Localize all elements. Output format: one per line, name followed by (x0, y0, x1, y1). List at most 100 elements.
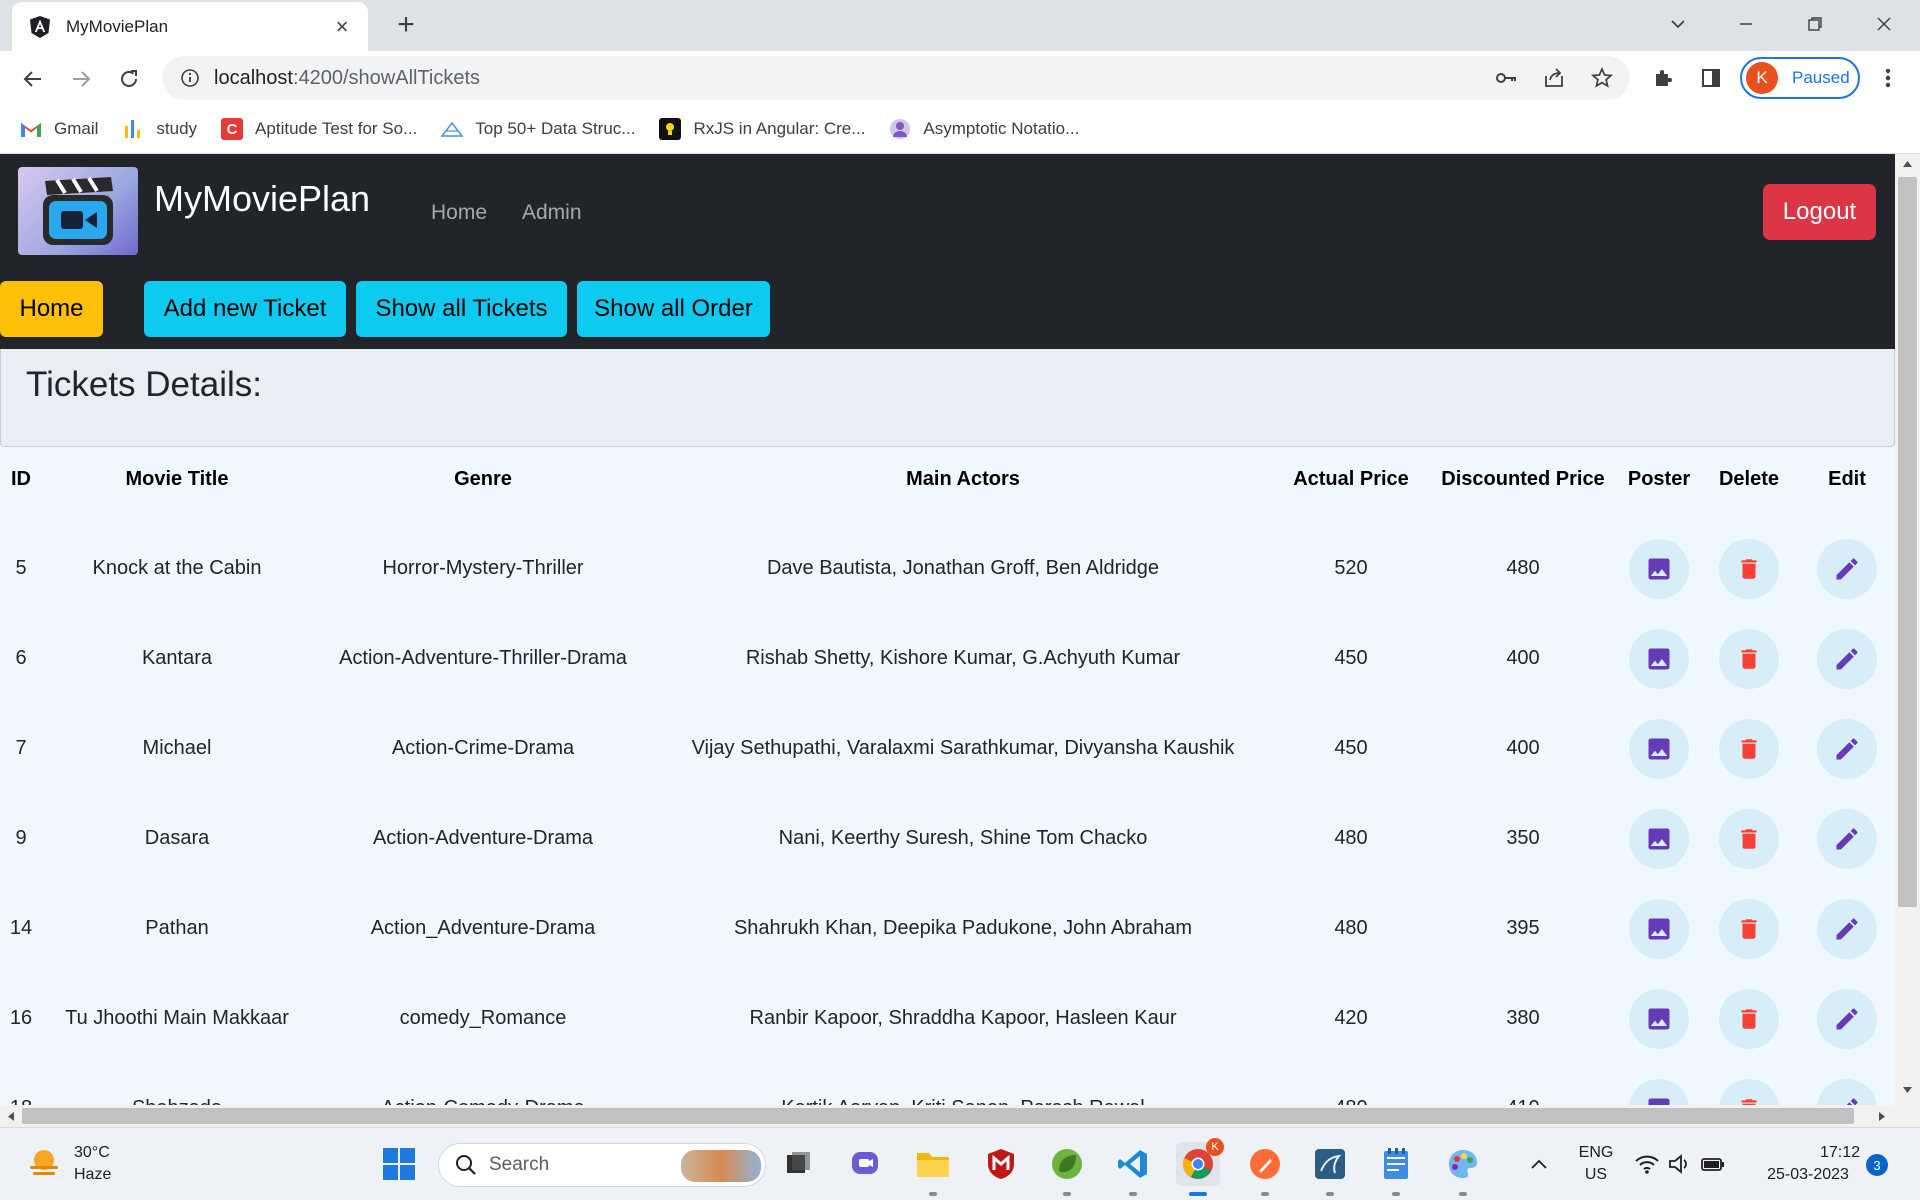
browser-tab[interactable]: MyMoviePlan × (12, 2, 368, 51)
spring-tools-icon[interactable] (1045, 1142, 1089, 1196)
bookmark-aptitude[interactable]: C Aptitude Test for So... (221, 118, 417, 140)
edit-button[interactable] (1817, 539, 1877, 599)
poster-button[interactable] (1629, 989, 1689, 1049)
pencil-icon (1836, 828, 1858, 850)
task-view-icon[interactable] (776, 1142, 820, 1186)
nav-admin-link[interactable]: Admin (522, 201, 582, 225)
table-row: 5 Knock at the Cabin Horror-Mystery-Thrill… (0, 537, 1895, 627)
profile-avatar: K (1746, 62, 1778, 94)
bookmark-star-icon[interactable] (1588, 64, 1616, 92)
file-explorer-icon[interactable] (911, 1142, 955, 1196)
weather-widget[interactable]: 30°C Haze (26, 1142, 111, 1186)
poster-button[interactable] (1629, 719, 1689, 779)
scroll-left-icon[interactable] (7, 1111, 15, 1122)
image-icon (1648, 558, 1670, 580)
windows-taskbar: 30°C Haze Search K ENG US 17:12 25-03-20… (0, 1127, 1920, 1200)
header-id: ID (11, 468, 31, 490)
cell-id: 7 (15, 737, 27, 759)
edit-button[interactable] (1817, 899, 1877, 959)
angular-icon (30, 15, 50, 38)
delete-button[interactable] (1719, 719, 1779, 779)
notepad-icon[interactable] (1374, 1142, 1418, 1196)
forward-icon[interactable] (64, 62, 98, 96)
poster-button[interactable] (1629, 899, 1689, 959)
site-info-icon[interactable] (176, 64, 204, 92)
poster-button[interactable] (1629, 629, 1689, 689)
tab-search-icon[interactable] (1662, 8, 1694, 40)
postman-icon[interactable] (1243, 1142, 1287, 1196)
logout-button[interactable]: Logout (1763, 184, 1876, 240)
image-icon (1648, 1008, 1670, 1030)
home-button[interactable]: Home (0, 281, 103, 337)
share-icon[interactable] (1540, 64, 1568, 92)
key-icon[interactable] (1492, 64, 1520, 92)
add-ticket-button[interactable]: Add new Ticket (144, 281, 346, 337)
profile-chip[interactable]: K Paused (1740, 57, 1860, 99)
edit-button[interactable] (1817, 809, 1877, 869)
delete-button[interactable] (1719, 899, 1779, 959)
minimize-icon[interactable] (1730, 8, 1762, 40)
mysql-workbench-icon[interactable] (1308, 1142, 1352, 1196)
delete-button[interactable] (1719, 629, 1779, 689)
extensions-icon[interactable] (1647, 62, 1679, 94)
mcafee-icon[interactable] (979, 1142, 1023, 1186)
bookmark-gmail[interactable]: Gmail (20, 118, 98, 140)
vscode-icon[interactable] (1111, 1142, 1155, 1196)
notification-badge[interactable]: 3 (1866, 1154, 1888, 1176)
vertical-scroll-thumb[interactable] (1898, 177, 1917, 907)
bookmark-asymptotic[interactable]: Asymptotic Notatio... (889, 118, 1079, 140)
taskbar-search[interactable]: Search (438, 1143, 766, 1187)
poster-button[interactable] (1629, 809, 1689, 869)
cell-id: 5 (15, 557, 27, 579)
trash-icon (1741, 739, 1757, 759)
edit-button[interactable] (1817, 989, 1877, 1049)
start-icon[interactable] (377, 1142, 421, 1186)
cell-actual: 520 (1334, 557, 1368, 579)
browser-menu-icon[interactable] (1872, 62, 1904, 94)
restore-icon[interactable] (1799, 8, 1831, 40)
system-tray-status[interactable] (1630, 1142, 1730, 1186)
brand-name[interactable]: MyMoviePlan (154, 178, 370, 220)
scroll-right-icon[interactable] (1878, 1111, 1886, 1122)
bookmark-label: Top 50+ Data Struc... (475, 119, 636, 138)
image-icon (1648, 738, 1670, 760)
bookmark-study[interactable]: study (122, 118, 197, 140)
wifi-icon (1635, 1155, 1659, 1174)
delete-button[interactable] (1719, 539, 1779, 599)
side-panel-icon[interactable] (1695, 62, 1727, 94)
movie-clapper-logo[interactable] (18, 167, 138, 255)
address-bar[interactable]: localhost:4200/showAllTickets (162, 56, 1630, 100)
language-indicator[interactable]: ENG US (1576, 1142, 1616, 1186)
show-orders-button[interactable]: Show all Order (577, 281, 770, 337)
gmail-icon (20, 118, 42, 140)
edit-button[interactable] (1817, 629, 1877, 689)
delete-button[interactable] (1719, 989, 1779, 1049)
scroll-down-icon[interactable] (1902, 1086, 1913, 1094)
show-tickets-button[interactable]: Show all Tickets (356, 281, 567, 337)
bookmark-rxjs[interactable]: RxJS in Angular: Cre... (659, 118, 865, 140)
chrome-profile-badge: K (1206, 1138, 1224, 1156)
poster-button[interactable] (1629, 539, 1689, 599)
new-tab-button[interactable]: + (390, 10, 422, 42)
bookmark-datastruct[interactable]: Top 50+ Data Struc... (441, 118, 635, 140)
scroll-up-icon[interactable] (1902, 160, 1913, 168)
weather-condition: Haze (74, 1166, 112, 1183)
tab-close-icon[interactable]: × (330, 14, 354, 40)
reload-icon[interactable] (112, 62, 146, 96)
nav-home-link[interactable]: Home (431, 201, 487, 225)
cell-title: Dasara (144, 827, 210, 849)
chrome-icon[interactable]: K (1176, 1138, 1224, 1196)
horizontal-scroll-thumb[interactable] (22, 1108, 1854, 1124)
header-delete: Delete (1718, 468, 1780, 490)
show-hidden-icons-icon[interactable] (1517, 1142, 1561, 1186)
trash-icon (1741, 829, 1757, 849)
close-window-icon[interactable] (1868, 8, 1900, 40)
teams-chat-icon[interactable] (844, 1142, 888, 1186)
header-poster: Poster (1627, 468, 1691, 490)
delete-button[interactable] (1719, 809, 1779, 869)
paint-icon[interactable] (1441, 1142, 1485, 1196)
back-icon[interactable] (16, 62, 50, 96)
edit-button[interactable] (1817, 719, 1877, 779)
cell-genre: Action-Adventure-Thriller-Drama (339, 647, 627, 669)
clock[interactable]: 17:12 25-03-2023 (1756, 1142, 1860, 1186)
